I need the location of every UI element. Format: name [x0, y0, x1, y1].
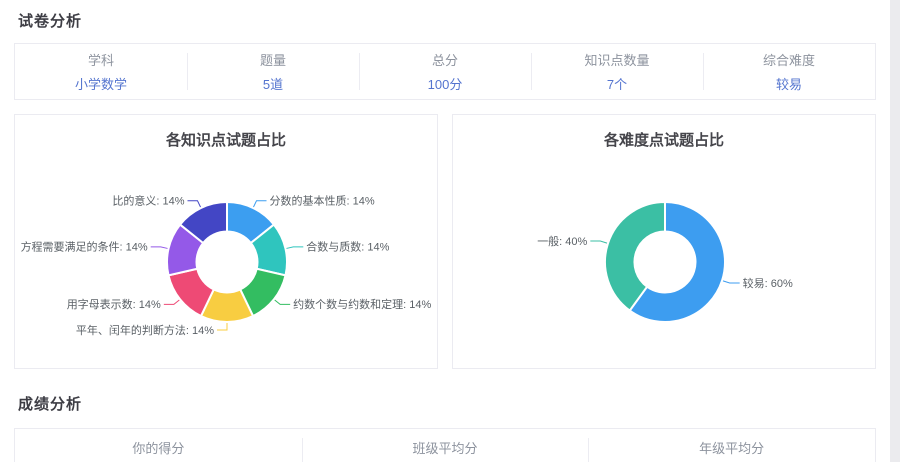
stat-value: 100分	[427, 77, 463, 92]
stat-label: 你的得分	[132, 441, 185, 456]
knowledge-donut-chart[interactable]: 分数的基本性质: 14% 合数与质数: 14% 约数个数与约数和定理: 14% 平年、…	[15, 152, 438, 366]
stat-value: 较易	[775, 77, 802, 92]
label-line	[286, 246, 304, 249]
stat-label: 班级平均分	[412, 441, 478, 456]
stat-value: 小学数学	[74, 77, 127, 92]
stat-question-count: 题量 5道	[187, 44, 359, 99]
stat-label: 题量	[259, 53, 286, 68]
slice-label: 较易: 60%	[743, 276, 793, 290]
label-line	[187, 200, 201, 208]
charts-row: 各知识点试题占比 分数的基本性质: 14% 合数与质数: 14% 约数个数与约数和定…	[14, 114, 876, 369]
paper-stats-bar: 学科 小学数学 题量 5道 总分 100分 知识点数量 7个 综合难度 较易	[14, 43, 876, 100]
slice-label: 平年、闰年的判断方法: 14%	[76, 323, 214, 337]
slice-label: 约数个数与约数和定理: 14%	[293, 297, 431, 311]
stat-your-score: 你的得分 90分	[15, 429, 302, 462]
stat-total-score: 总分 100分	[359, 44, 531, 99]
label-line	[274, 299, 291, 305]
stat-label: 知识点数量	[584, 53, 650, 68]
knowledge-chart-card: 各知识点试题占比 分数的基本性质: 14% 合数与质数: 14% 约数个数与约数和定…	[14, 114, 438, 369]
difficulty-donut-chart[interactable]: 较易: 60% 一般: 40%	[453, 152, 876, 366]
section-title-score-analysis: 成绩分析	[18, 396, 83, 413]
stat-grade-average: 年级平均分 80分	[588, 429, 875, 462]
stat-subject: 学科 小学数学	[15, 44, 187, 99]
section-title-paper-analysis: 试卷分析	[18, 13, 83, 30]
label-line	[217, 323, 228, 331]
slice-label: 合数与质数: 14%	[306, 240, 389, 254]
difficulty-chart-card: 各难度点试题占比 较易: 60% 一般: 40%	[452, 114, 876, 369]
knowledge-chart-title: 各知识点试题占比	[165, 132, 286, 149]
stat-label: 综合难度	[762, 53, 815, 68]
difficulty-chart-title: 各难度点试题占比	[603, 132, 724, 149]
stat-knowledge-point-count: 知识点数量 7个	[531, 44, 703, 99]
label-line	[150, 246, 168, 249]
slice-label: 分数的基本性质: 14%	[270, 194, 375, 208]
label-line	[722, 280, 740, 284]
slice-label: 用字母表示数: 14%	[67, 297, 161, 311]
score-stats-bar: 你的得分 90分 班级平均分 90分 年级平均分 80分	[14, 428, 876, 462]
stat-label: 总分	[431, 53, 458, 68]
label-line	[163, 299, 180, 305]
slice-label: 一般: 40%	[537, 235, 587, 248]
stat-overall-difficulty: 综合难度 较易	[703, 44, 875, 99]
page-right-gutter	[890, 0, 900, 462]
slice-label: 比的意义: 14%	[112, 194, 184, 208]
label-line	[253, 200, 267, 208]
slice-label: 方程需要满足的条件: 14%	[21, 240, 148, 254]
stat-value: 5道	[262, 77, 284, 92]
stat-class-average: 班级平均分 90分	[301, 429, 589, 462]
stat-label: 年级平均分	[699, 441, 765, 456]
stat-value: 7个	[606, 77, 628, 92]
label-line	[590, 240, 608, 244]
stat-label: 学科	[87, 53, 114, 68]
